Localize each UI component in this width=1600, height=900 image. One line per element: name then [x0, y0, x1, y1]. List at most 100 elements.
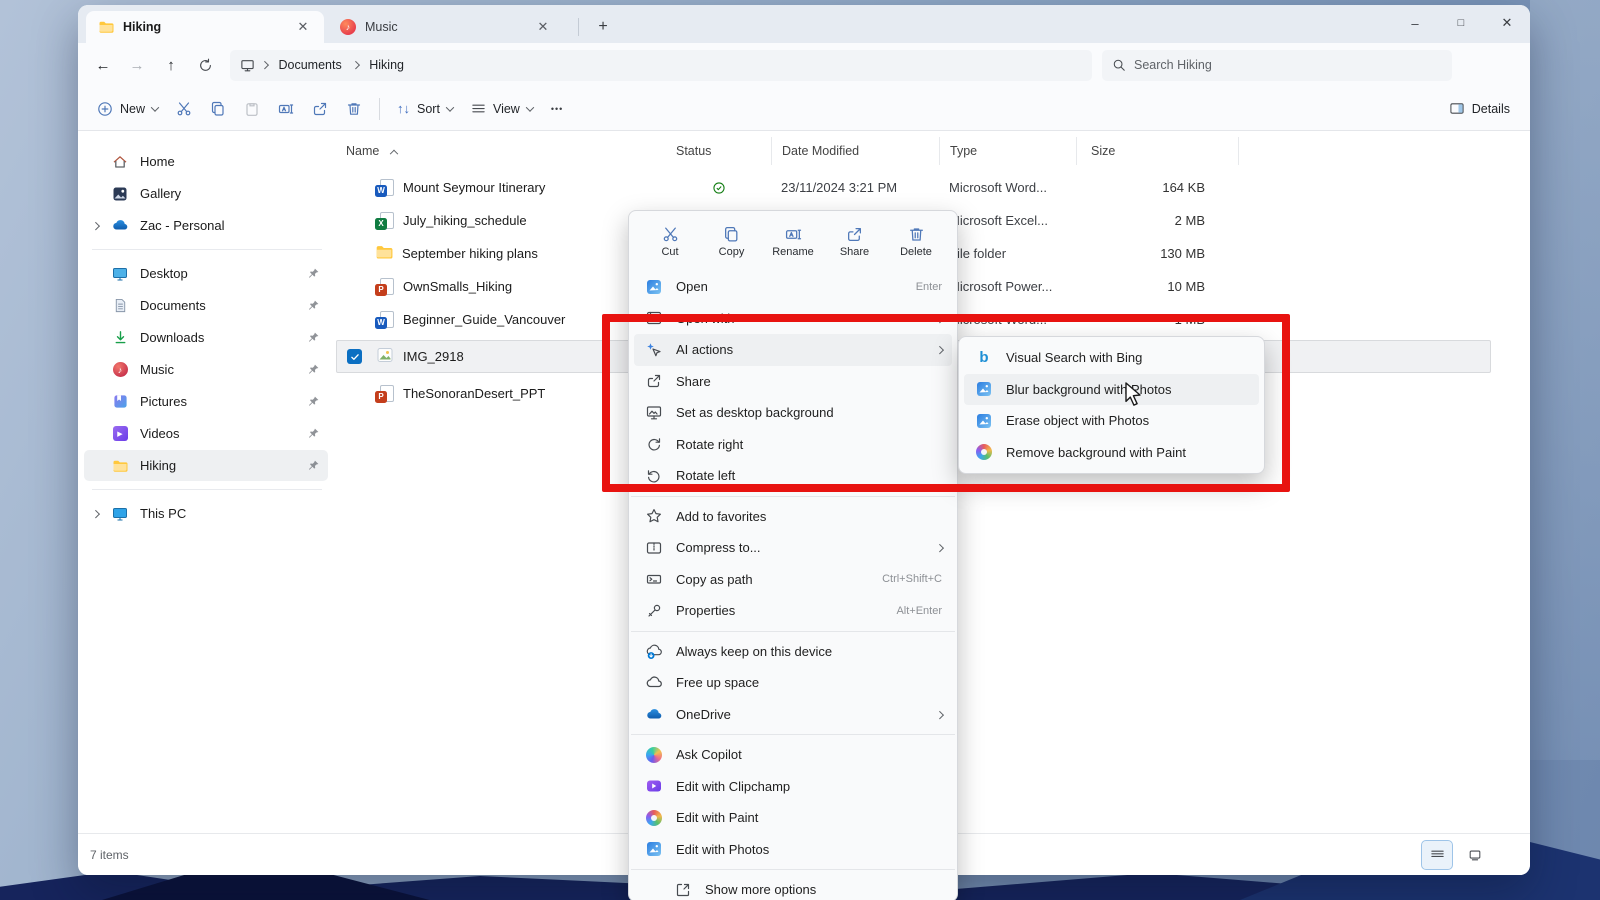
- items-count: 7 items: [90, 848, 129, 862]
- column-header-name[interactable]: Name: [336, 137, 666, 165]
- copilot-icon: [645, 746, 663, 764]
- tab-close-icon[interactable]: ✕: [292, 16, 314, 38]
- tab-close-icon[interactable]: ✕: [532, 16, 554, 38]
- sidebar-item-pictures[interactable]: Pictures: [84, 386, 328, 417]
- column-header-status[interactable]: Status: [666, 137, 771, 165]
- rename-button[interactable]: [271, 93, 301, 125]
- breadcrumb-hiking[interactable]: Hiking: [365, 56, 408, 74]
- music-app-icon: ♪: [340, 19, 356, 35]
- sidebar-item-music[interactable]: ♪ Music: [84, 354, 328, 385]
- back-button[interactable]: ←: [86, 50, 120, 80]
- file-size: 2 MB: [1076, 204, 1239, 237]
- new-tab-button[interactable]: +: [590, 14, 616, 40]
- sidebar-item-hiking[interactable]: Hiking: [84, 450, 328, 481]
- sidebar-item-desktop[interactable]: Desktop: [84, 258, 328, 289]
- column-header-date[interactable]: Date Modified: [771, 137, 939, 165]
- share-menu-button[interactable]: Share: [828, 221, 882, 263]
- rename-menu-button[interactable]: Rename: [766, 221, 820, 263]
- column-header-type[interactable]: Type: [939, 137, 1076, 165]
- expand-chevron-icon[interactable]: [92, 510, 100, 518]
- file-name: Beginner_Guide_Vancouver: [403, 312, 565, 327]
- menu-item-compress-to[interactable]: Compress to...: [634, 532, 952, 564]
- submenu-chevron-icon: [935, 544, 943, 552]
- menu-item-label: Add to favorites: [676, 509, 942, 524]
- sidebar-item-home[interactable]: Home: [84, 146, 328, 177]
- checkbox-checked[interactable]: [347, 349, 362, 364]
- sidebar-item-label: Gallery: [140, 186, 320, 201]
- sort-button[interactable]: ↑↓ Sort: [388, 93, 462, 125]
- delete-button[interactable]: [339, 93, 369, 125]
- copy-button[interactable]: [203, 93, 233, 125]
- sidebar-item-label: Home: [140, 154, 320, 169]
- menu-item-copy-as-path[interactable]: Copy as path Ctrl+Shift+C: [634, 564, 952, 596]
- search-placeholder: Search Hiking: [1134, 58, 1212, 72]
- more-options-button[interactable]: •••: [542, 93, 572, 125]
- new-label: New: [120, 102, 145, 116]
- menu-item-add-to-favorites[interactable]: Add to favorites: [634, 501, 952, 533]
- menu-item-properties[interactable]: Properties Alt+Enter: [634, 595, 952, 627]
- sidebar-item-this-pc[interactable]: This PC: [84, 498, 328, 529]
- properties-icon: [645, 602, 663, 620]
- menu-item-show-more-options[interactable]: Show more options: [634, 874, 952, 900]
- forward-button[interactable]: →: [120, 50, 154, 80]
- sidebar-item-label: Downloads: [140, 330, 307, 345]
- breadcrumb-documents[interactable]: Documents: [275, 56, 346, 74]
- menu-item-ask-copilot[interactable]: Ask Copilot: [634, 739, 952, 771]
- annotation-rectangle: [602, 314, 1290, 492]
- menu-item-edit-with-clipchamp[interactable]: Edit with Clipchamp: [634, 771, 952, 803]
- photos-app-icon: [645, 278, 663, 296]
- cut-menu-button[interactable]: Cut: [643, 221, 697, 263]
- menu-item-onedrive[interactable]: OneDrive: [634, 699, 952, 731]
- menu-item-edit-with-photos[interactable]: Edit with Photos: [634, 834, 952, 866]
- refresh-button[interactable]: [188, 50, 222, 80]
- tab-music[interactable]: ♪ Music ✕: [328, 11, 564, 43]
- chevron-down-icon: [446, 103, 454, 111]
- column-header-size[interactable]: Size: [1076, 137, 1239, 165]
- sidebar-item-label: Desktop: [140, 266, 307, 281]
- expand-chevron-icon[interactable]: [92, 222, 100, 230]
- delete-menu-button[interactable]: Delete: [889, 221, 943, 263]
- menu-item-label: OneDrive: [676, 707, 924, 722]
- details-pane-button[interactable]: Details: [1439, 93, 1520, 125]
- show-more-options-icon: [674, 881, 692, 899]
- tab-hiking[interactable]: Hiking ✕: [86, 11, 324, 43]
- menu-item-open[interactable]: Open Enter: [634, 271, 952, 303]
- thumbnail-view-toggle[interactable]: [1460, 841, 1490, 869]
- command-toolbar: New ↑↓ Sort: [78, 87, 1530, 131]
- photos-app-icon: [645, 840, 663, 858]
- sidebar-item-downloads[interactable]: Downloads: [84, 322, 328, 353]
- menu-item-label: Free up space: [676, 675, 942, 690]
- file-row[interactable]: W Mount Seymour Itinerary 23/11/2024 3:2…: [336, 171, 1491, 204]
- quick-action-label: Share: [840, 246, 869, 258]
- details-pane-icon: [1449, 101, 1465, 116]
- minimize-button[interactable]: –: [1392, 5, 1438, 41]
- sidebar-item-onedrive-personal[interactable]: Zac - Personal: [84, 210, 328, 241]
- sidebar-item-gallery[interactable]: Gallery: [84, 178, 328, 209]
- menu-item-always-keep-on-device[interactable]: Always keep on this device: [634, 636, 952, 668]
- close-button[interactable]: ✕: [1484, 5, 1530, 41]
- maximize-button[interactable]: □: [1438, 5, 1484, 41]
- menu-shortcut: Alt+Enter: [896, 605, 942, 617]
- sidebar-item-videos[interactable]: ▶ Videos: [84, 418, 328, 449]
- cut-button[interactable]: [169, 93, 199, 125]
- sidebar-item-documents[interactable]: Documents: [84, 290, 328, 321]
- pictures-icon: [108, 394, 132, 409]
- menu-item-free-up-space[interactable]: Free up space: [634, 667, 952, 699]
- sidebar-divider: [92, 249, 322, 250]
- file-type: Microsoft Excel...: [939, 204, 1076, 237]
- new-button[interactable]: New: [88, 93, 167, 125]
- menu-item-edit-with-paint[interactable]: Edit with Paint: [634, 802, 952, 834]
- sidebar-item-label: Zac - Personal: [140, 218, 320, 233]
- file-date: 23/11/2024 3:21 PM: [771, 171, 939, 204]
- share-button[interactable]: [305, 93, 335, 125]
- copy-menu-button[interactable]: Copy: [705, 221, 759, 263]
- search-input[interactable]: Search Hiking: [1102, 50, 1452, 81]
- quick-action-label: Copy: [719, 246, 745, 258]
- details-view-toggle[interactable]: [1422, 841, 1452, 869]
- paste-button[interactable]: [237, 93, 267, 125]
- menu-item-label: Open: [676, 279, 903, 294]
- address-bar[interactable]: Documents Hiking: [230, 50, 1092, 81]
- view-button[interactable]: View: [462, 93, 542, 125]
- menu-item-label: Properties: [676, 603, 883, 618]
- up-button[interactable]: ↑: [154, 50, 188, 80]
